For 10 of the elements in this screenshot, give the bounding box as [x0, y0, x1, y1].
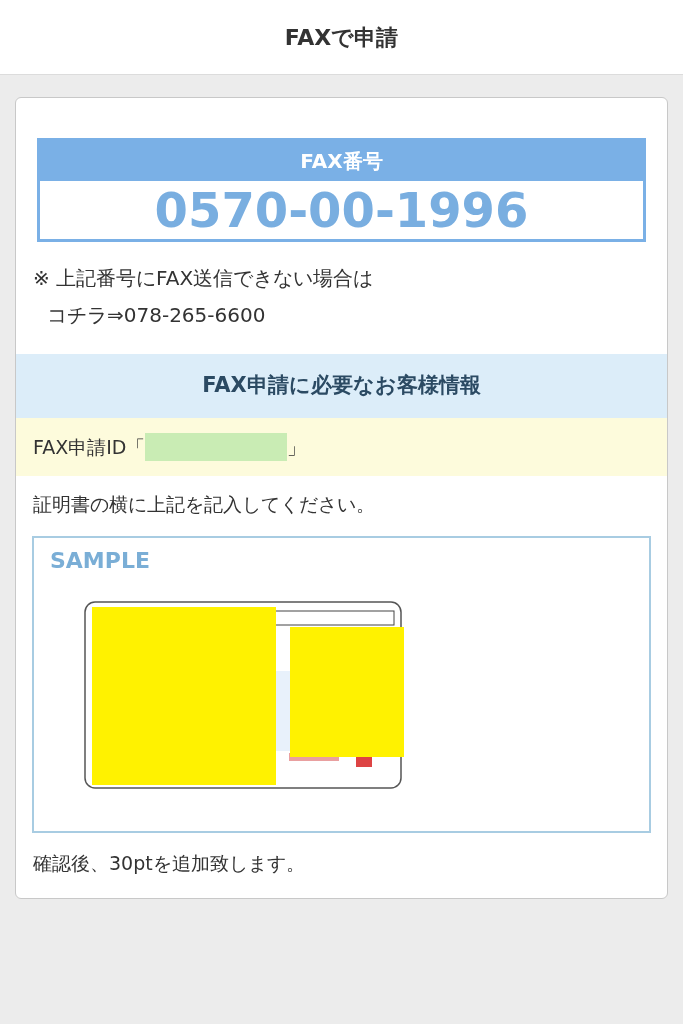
application-id-label: FAX申請ID「 — [33, 434, 146, 460]
alternate-fax-text: コチラ⇒078-265-6600 — [46, 302, 267, 329]
page-title: FAXで申請 — [284, 23, 399, 52]
closing-bracket: 」 — [287, 434, 307, 460]
points-note: 確認後、30ptを追加致します。 — [32, 851, 306, 876]
note-text: ※ 上記番号にFAX送信できない場合は — [33, 265, 375, 292]
instruction-text: 証明書の横に上記を記入してください。 — [32, 492, 376, 517]
fax-label: FAX番号 — [40, 141, 643, 181]
sample-label: SAMPLE — [50, 547, 151, 575]
section-heading: FAX申請に必要なお客様情報 — [16, 354, 667, 418]
